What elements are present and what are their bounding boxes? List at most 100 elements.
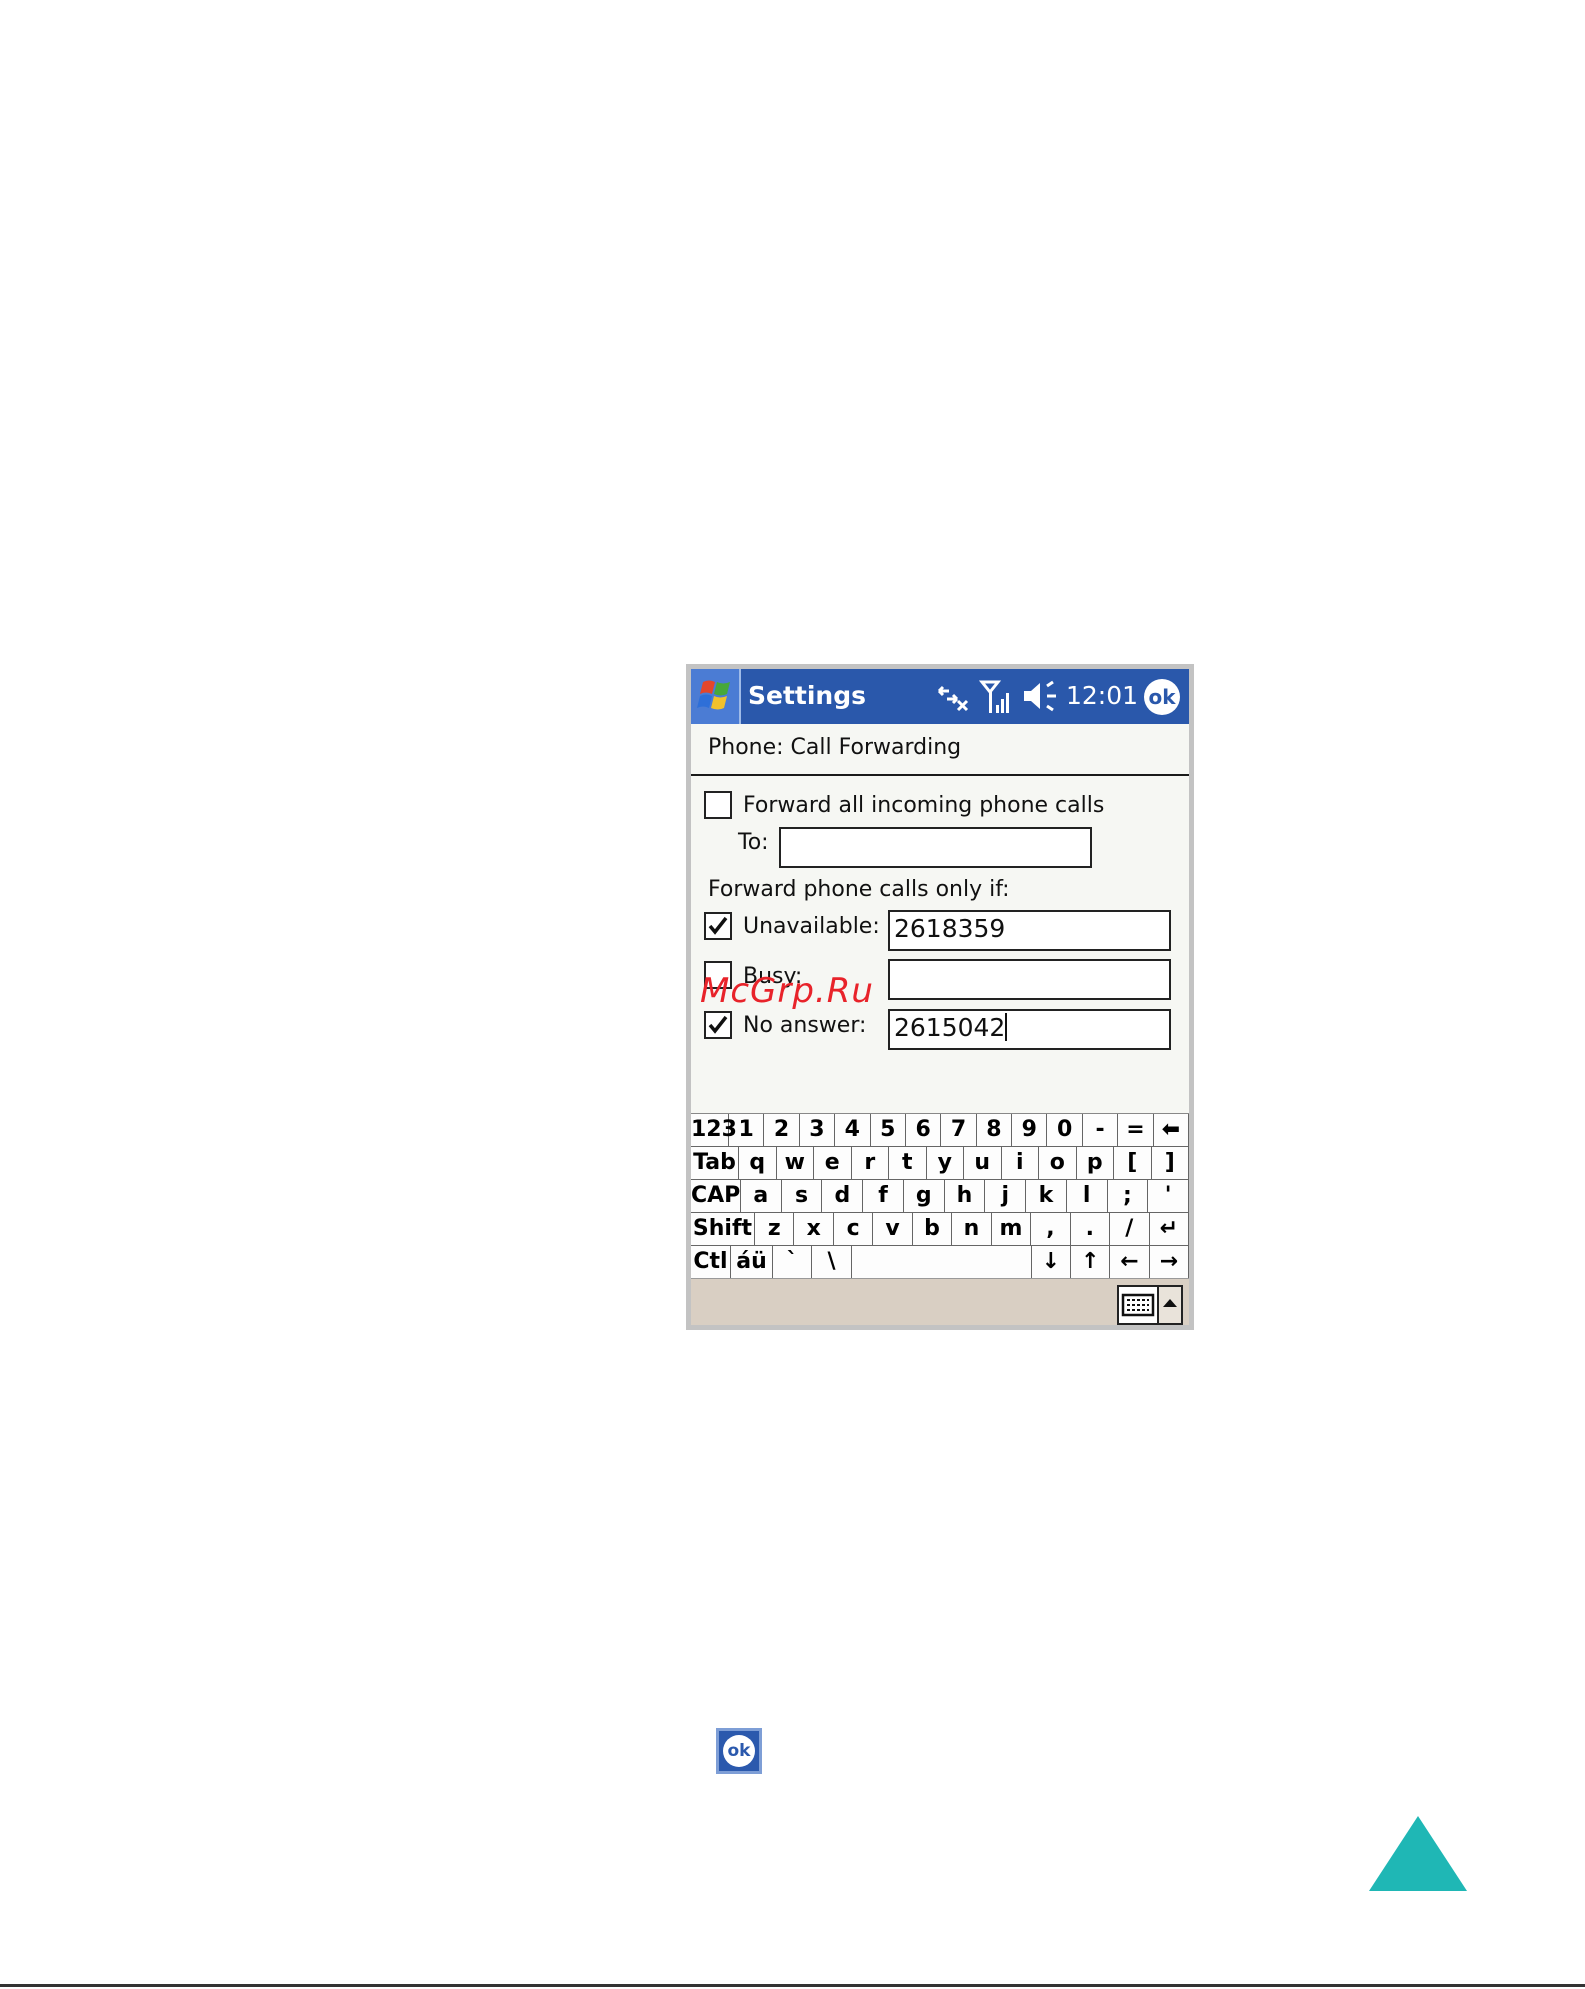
key[interactable]: 5 xyxy=(870,1114,906,1147)
key[interactable]: . xyxy=(1070,1213,1111,1246)
forward-all-label: Forward all incoming phone calls xyxy=(743,793,1105,818)
start-menu-button[interactable] xyxy=(691,669,741,724)
key[interactable]: q xyxy=(739,1147,777,1180)
unavailable-label: Unavailable: xyxy=(743,914,880,939)
key[interactable]: 7 xyxy=(941,1114,977,1147)
key[interactable]: a xyxy=(741,1180,782,1213)
windows-start-icon xyxy=(697,680,730,710)
ok-button[interactable]: ok xyxy=(1144,679,1180,715)
key[interactable]: e xyxy=(814,1147,852,1180)
key[interactable]: \ xyxy=(812,1246,852,1279)
checkmark-icon xyxy=(708,916,728,935)
keyboard-row: Shift z x c v b n m,. / ↵ xyxy=(691,1213,1189,1246)
key[interactable]: , xyxy=(1031,1213,1071,1246)
divider xyxy=(691,774,1189,776)
key[interactable]: i xyxy=(1001,1147,1039,1180)
key[interactable]: ] xyxy=(1151,1147,1189,1180)
to-label: To: xyxy=(738,830,769,855)
key[interactable]: m xyxy=(991,1213,1032,1246)
soft-keyboard: 123 1 2 3 4 5 6 7 8 9 0- = ⬅ Tab q w e r t y u i o p[] CAP a s d f g h… xyxy=(691,1113,1189,1279)
key[interactable]: Ctl xyxy=(691,1246,731,1279)
key[interactable]: c xyxy=(833,1213,874,1246)
unavailable-checkbox[interactable] xyxy=(704,912,732,940)
key[interactable]: p xyxy=(1076,1147,1114,1180)
menu-bar xyxy=(691,1278,1189,1325)
keyboard-row: 123 1 2 3 4 5 6 7 8 9 0- = ⬅ xyxy=(691,1114,1189,1147)
key[interactable]: h xyxy=(944,1180,986,1213)
keyboard-row: Ctl áü ` \ ↓ ↑ ← → xyxy=(691,1246,1189,1279)
input-method-menu-button[interactable] xyxy=(1159,1285,1183,1325)
input-panel-button[interactable] xyxy=(1117,1285,1159,1325)
signal-strength-icon[interactable] xyxy=(978,679,1013,719)
keyboard-row: CAP a s d f g h j k l; ' xyxy=(691,1180,1189,1213)
key[interactable]: → xyxy=(1149,1246,1189,1279)
key[interactable]: z xyxy=(755,1213,795,1246)
ok-button-illustration: ok xyxy=(716,1728,762,1774)
key[interactable]: ↑ xyxy=(1071,1246,1111,1279)
forward-only-if-label: Forward phone calls only if: xyxy=(708,877,1010,902)
key[interactable]: x xyxy=(794,1213,834,1246)
app-title: Settings xyxy=(748,681,867,710)
keyboard-icon xyxy=(1121,1293,1155,1317)
key[interactable]: [ xyxy=(1114,1147,1152,1180)
key[interactable]: 8 xyxy=(976,1114,1013,1147)
key[interactable]: ↓ xyxy=(1031,1246,1071,1279)
key[interactable]: g xyxy=(903,1180,945,1213)
key[interactable]: 1 xyxy=(729,1114,765,1147)
key[interactable]: n xyxy=(952,1213,992,1246)
key[interactable]: t xyxy=(889,1147,927,1180)
key[interactable]: d xyxy=(822,1180,864,1213)
key[interactable]: Tab xyxy=(691,1147,739,1180)
key[interactable]: = xyxy=(1118,1114,1154,1147)
forward-all-checkbox[interactable] xyxy=(704,791,732,819)
unavailable-number-field[interactable]: 2618359 xyxy=(888,910,1171,951)
key[interactable]: l xyxy=(1066,1180,1108,1213)
busy-number-field[interactable] xyxy=(888,959,1171,1000)
key[interactable]: r xyxy=(851,1147,889,1180)
key[interactable]: b xyxy=(912,1213,953,1246)
clock: 12:01 xyxy=(1066,681,1139,710)
key[interactable]: j xyxy=(985,1180,1027,1213)
keyboard-row: Tab q w e r t y u i o p[] xyxy=(691,1147,1189,1180)
forward-to-field[interactable] xyxy=(779,827,1092,868)
text-cursor xyxy=(1005,1013,1008,1041)
key[interactable]: 4 xyxy=(835,1114,871,1147)
page-up-triangle-icon[interactable] xyxy=(1368,1816,1468,1892)
key[interactable]: ↵ xyxy=(1149,1213,1189,1246)
key[interactable]: f xyxy=(863,1180,904,1213)
key[interactable]: 123 xyxy=(691,1114,737,1147)
key[interactable]: s xyxy=(781,1180,823,1213)
no-answer-number-field[interactable]: 2615042 xyxy=(888,1009,1171,1050)
page-bottom-rule xyxy=(0,1984,1585,1987)
key[interactable]: 0 xyxy=(1047,1114,1083,1147)
no-answer-checkbox[interactable] xyxy=(704,1011,732,1039)
speaker-icon[interactable] xyxy=(1021,679,1059,717)
key[interactable]: áü xyxy=(731,1246,773,1279)
title-bar: Settings 12:01 ok xyxy=(691,669,1189,724)
key[interactable]: u xyxy=(964,1147,1002,1180)
key[interactable]: v xyxy=(873,1213,913,1246)
page-title: Phone: Call Forwarding xyxy=(708,735,962,760)
key[interactable]: 6 xyxy=(905,1114,942,1147)
key[interactable]: y xyxy=(926,1147,964,1180)
key[interactable]: w xyxy=(776,1147,814,1180)
key[interactable]: ' xyxy=(1148,1180,1189,1213)
key[interactable]: Shift xyxy=(691,1213,755,1246)
key[interactable]: ` xyxy=(773,1246,813,1279)
key[interactable]: - xyxy=(1082,1114,1119,1147)
ok-icon: ok xyxy=(723,1735,755,1767)
checkmark-icon xyxy=(708,1015,728,1034)
key[interactable]: / xyxy=(1110,1213,1150,1246)
no-answer-label: No answer: xyxy=(743,1013,867,1038)
key[interactable]: o xyxy=(1039,1147,1077,1180)
key[interactable]: ; xyxy=(1107,1180,1149,1213)
key[interactable]: ← xyxy=(1110,1246,1150,1279)
connectivity-icon[interactable] xyxy=(936,679,970,717)
key-space[interactable] xyxy=(851,1246,1032,1279)
key[interactable]: 2 xyxy=(764,1114,800,1147)
key[interactable]: CAP xyxy=(691,1180,741,1213)
key[interactable]: 3 xyxy=(799,1114,836,1147)
key[interactable]: k xyxy=(1026,1180,1067,1213)
key[interactable]: ⬅ xyxy=(1153,1114,1189,1147)
key[interactable]: 9 xyxy=(1012,1114,1048,1147)
